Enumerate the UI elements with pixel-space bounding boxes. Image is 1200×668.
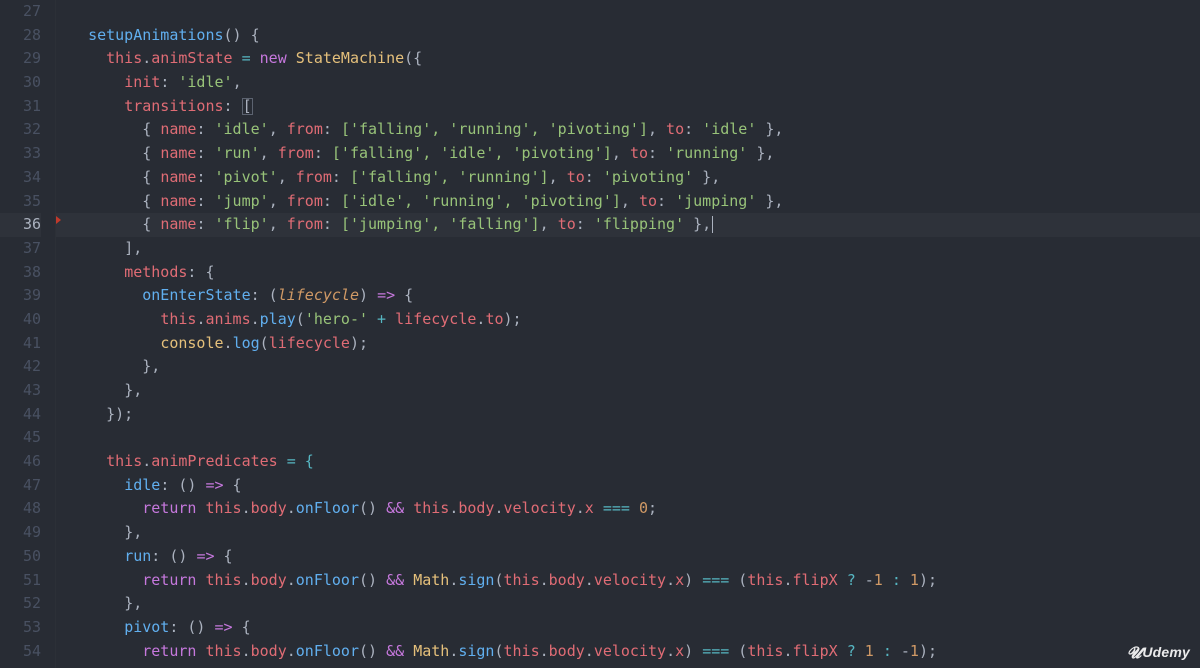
function-name: setupAnimations	[88, 26, 223, 44]
line-number: 27	[0, 0, 41, 24]
line-number-active: 36	[0, 213, 41, 237]
line-number: 33	[0, 142, 41, 166]
code-line[interactable]: },	[56, 379, 1200, 403]
code-editor[interactable]: 27 28 29 30 31 32 33 34 35 36 37 38 39 4…	[0, 0, 1200, 668]
udemy-watermark: 𝓤Udemy	[1127, 644, 1190, 662]
line-number: 38	[0, 261, 41, 285]
code-line[interactable]: },	[56, 592, 1200, 616]
line-number: 49	[0, 521, 41, 545]
code-line[interactable]	[56, 426, 1200, 450]
line-number: 52	[0, 592, 41, 616]
line-number: 54	[0, 640, 41, 664]
line-number: 31	[0, 95, 41, 119]
code-line[interactable]: { name: 'idle', from: ['falling', 'runni…	[56, 118, 1200, 142]
code-line[interactable]: ],	[56, 237, 1200, 261]
code-line[interactable]: init: 'idle',	[56, 71, 1200, 95]
code-line[interactable]: onEnterState: (lifecycle) => {	[56, 284, 1200, 308]
code-line[interactable]: return this.body.onFloor() && Math.sign(…	[56, 569, 1200, 593]
bracket-match: [	[242, 98, 253, 115]
line-number: 34	[0, 166, 41, 190]
code-line[interactable]: { name: 'pivot', from: ['falling', 'runn…	[56, 166, 1200, 190]
code-line[interactable]: idle: () => {	[56, 474, 1200, 498]
code-line[interactable]: return this.body.onFloor() && Math.sign(…	[56, 640, 1200, 664]
code-line[interactable]: },	[56, 355, 1200, 379]
line-number-gutter: 27 28 29 30 31 32 33 34 35 36 37 38 39 4…	[0, 0, 56, 668]
line-number: 53	[0, 616, 41, 640]
line-number: 39	[0, 284, 41, 308]
line-number: 35	[0, 190, 41, 214]
code-line[interactable]: },	[56, 521, 1200, 545]
code-line[interactable]: this.animState = new StateMachine({	[56, 47, 1200, 71]
code-line[interactable]: methods: {	[56, 261, 1200, 285]
code-line[interactable]: });	[56, 403, 1200, 427]
line-number: 46	[0, 450, 41, 474]
line-number: 42	[0, 355, 41, 379]
line-number: 28	[0, 24, 41, 48]
code-line[interactable]: pivot: () => {	[56, 616, 1200, 640]
line-number: 29	[0, 47, 41, 71]
code-line[interactable]: transitions: [	[56, 95, 1200, 119]
code-line[interactable]: console.log(lifecycle);	[56, 332, 1200, 356]
code-line[interactable]: { name: 'jump', from: ['idle', 'running'…	[56, 190, 1200, 214]
line-number: 32	[0, 118, 41, 142]
code-line[interactable]: { name: 'run', from: ['falling', 'idle',…	[56, 142, 1200, 166]
code-line[interactable]: this.animPredicates = {	[56, 450, 1200, 474]
line-number: 37	[0, 237, 41, 261]
code-line[interactable]: return this.body.onFloor() && this.body.…	[56, 497, 1200, 521]
text-cursor	[712, 216, 713, 233]
line-number: 48	[0, 497, 41, 521]
code-line[interactable]: run: () => {	[56, 545, 1200, 569]
line-number: 41	[0, 332, 41, 356]
line-number: 43	[0, 379, 41, 403]
line-number: 45	[0, 426, 41, 450]
line-number: 30	[0, 71, 41, 95]
code-line-active[interactable]: { name: 'flip', from: ['jumping', 'falli…	[56, 213, 1200, 237]
code-line[interactable]: this.anims.play('hero-' + lifecycle.to);	[56, 308, 1200, 332]
line-number: 44	[0, 403, 41, 427]
line-number: 50	[0, 545, 41, 569]
line-number: 51	[0, 569, 41, 593]
code-content[interactable]: setupAnimations() { this.animState = new…	[56, 0, 1200, 668]
line-number: 40	[0, 308, 41, 332]
code-line[interactable]	[56, 0, 1200, 24]
line-number: 47	[0, 474, 41, 498]
code-line[interactable]: setupAnimations() {	[56, 24, 1200, 48]
